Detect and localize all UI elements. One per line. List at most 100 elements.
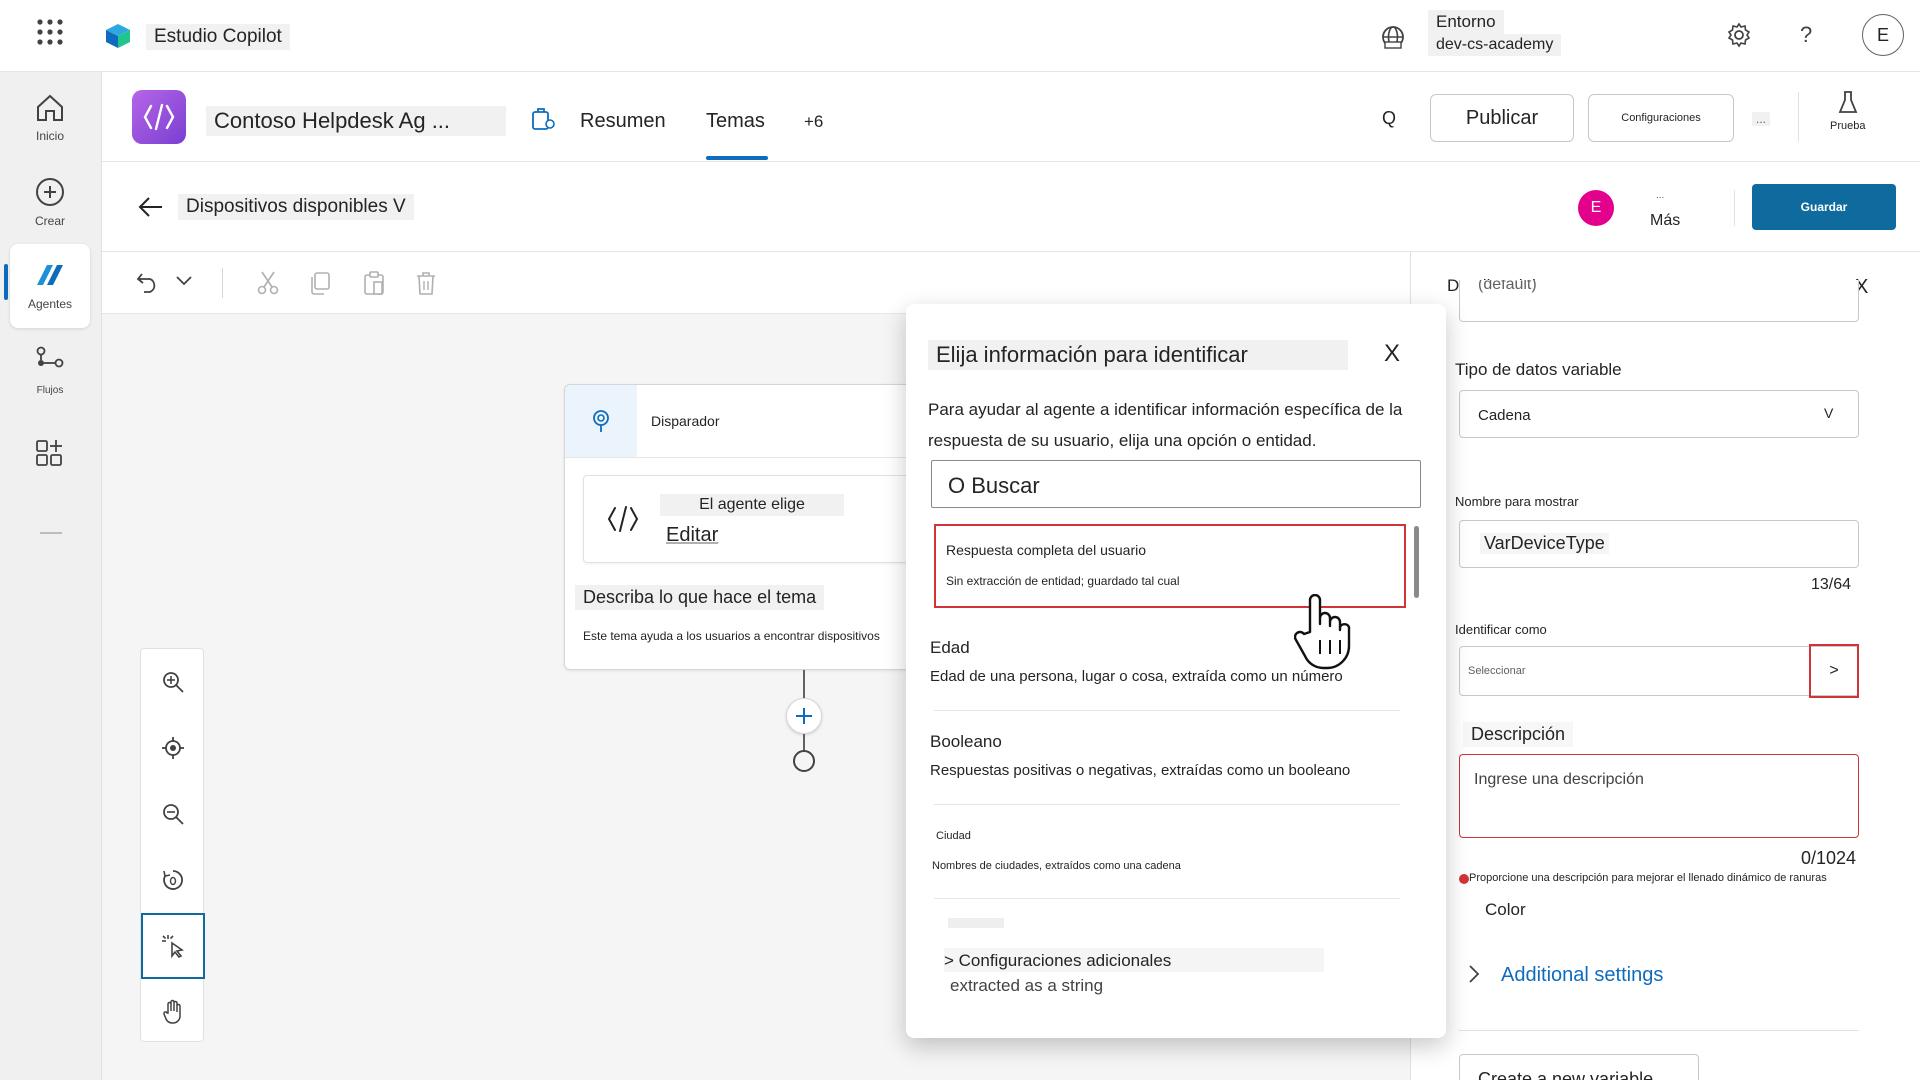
more-dots-icon[interactable]: ... (1656, 190, 1664, 201)
collaborator-avatar[interactable]: E (1578, 190, 1614, 226)
environment-icon[interactable] (1380, 24, 1406, 50)
identify-open-arrow-icon[interactable]: > (1809, 644, 1859, 698)
option-title: Booleano (930, 732, 1002, 751)
pan-hand-icon[interactable] (141, 979, 205, 1045)
option-desc: Nombres de ciudades, extraídos como una … (932, 860, 1181, 872)
delete-icon[interactable] (414, 270, 438, 296)
zoom-in-icon[interactable] (141, 649, 205, 715)
rail-item-flows[interactable]: Flujos (10, 328, 90, 412)
agent-chooses-card[interactable]: El agente elige Editar (583, 475, 927, 563)
header-divider (1798, 92, 1799, 142)
option-color-placeholder (948, 918, 1004, 928)
add-node-button[interactable] (786, 698, 822, 734)
select-mode-icon[interactable] (141, 913, 205, 979)
option-divider (934, 710, 1400, 711)
app-launcher-icon[interactable] (36, 18, 64, 46)
identify-placeholder: Seleccionar (1468, 665, 1526, 677)
datatype-label: Tipo de datos variable (1455, 360, 1622, 379)
trigger-icon (565, 385, 637, 457)
search-placeholder: O Buscar (948, 473, 1040, 498)
datatype-dropdown[interactable]: Cadena V (1459, 390, 1859, 438)
additional-settings-link[interactable]: Additional settings (1501, 964, 1663, 987)
description-label: Descripción (1463, 722, 1574, 747)
display-name-value: VarDeviceType (1480, 533, 1609, 554)
entity-search-input[interactable]: O Buscar (931, 460, 1421, 508)
overview-icon (530, 106, 556, 132)
test-button[interactable]: Prueba (1830, 90, 1865, 132)
cut-icon[interactable] (256, 270, 280, 296)
more-button[interactable]: Más (1650, 212, 1680, 230)
rail-active-indicator (4, 264, 8, 300)
agent-name[interactable]: Contoso Helpdesk Ag ... (206, 106, 506, 136)
option-city[interactable]: Ciudad Nombres de ciudades, extraídos co… (930, 830, 1400, 872)
identify-as-selector[interactable]: Seleccionar (1459, 646, 1859, 696)
topic-header: Dispositivos disponibles V E ... Más Gua… (102, 162, 1920, 252)
apps-add-icon (36, 440, 62, 466)
top-bar: Estudio Copilot Entorno dev-cs-academy ?… (0, 0, 1920, 72)
more-options-button[interactable]: ... (1752, 112, 1771, 126)
topic-divider (1734, 190, 1735, 226)
environment-name[interactable]: dev-cs-academy (1428, 34, 1562, 56)
dialog-intro: Para ayudar al agente a identificar info… (928, 400, 1403, 450)
zoom-out-icon[interactable] (141, 781, 205, 847)
tab-overview[interactable]: Resumen (580, 110, 666, 133)
display-name-input[interactable]: VarDeviceType (1459, 520, 1859, 568)
left-rail: Inicio Crear Agentes Flujos (0, 72, 102, 1080)
default-value-field[interactable]: (default) (1459, 280, 1859, 322)
option-desc: Sin extracción de entidad; guardado tal … (946, 574, 1180, 588)
end-node (793, 750, 815, 772)
undo-icon[interactable] (136, 270, 160, 294)
rail-more-indicator[interactable] (40, 532, 62, 534)
tab-more[interactable]: +6 (804, 112, 823, 132)
tab-topics[interactable]: Temas (706, 110, 765, 133)
create-variable-button[interactable]: Create a new variable (1459, 1054, 1699, 1080)
user-avatar[interactable]: E (1862, 14, 1904, 56)
copilot-studio-logo-icon (102, 22, 132, 50)
trigger-node[interactable]: Disparador El agente elige Editar Descri… (564, 384, 945, 670)
zoom-controls (140, 648, 205, 1045)
description-placeholder: Ingrese una descripción (1474, 771, 1644, 788)
recenter-icon[interactable] (141, 715, 205, 781)
copy-icon[interactable] (308, 270, 332, 296)
rail-item-library[interactable] (10, 412, 90, 496)
trigger-divider (565, 457, 945, 458)
undo-chevron-down-icon[interactable] (174, 274, 194, 288)
chevron-down-icon: V (1824, 405, 1834, 421)
dialog-close-icon[interactable]: X (1384, 340, 1400, 368)
rail-create-label: Crear (34, 214, 65, 228)
reset-zoom-icon[interactable] (141, 847, 205, 913)
dialog-scrollbar[interactable] (1414, 526, 1419, 598)
search-icon[interactable]: Q (1382, 108, 1396, 129)
error-icon (1459, 874, 1469, 884)
identify-entity-dialog: Elija información para identificar X Par… (906, 304, 1446, 1038)
identify-label: Identificar como (1455, 622, 1547, 637)
plus-icon (796, 708, 812, 724)
chevron-right-icon[interactable] (1467, 964, 1481, 984)
extra-settings-row[interactable]: > Configuraciones adicionales (944, 948, 1324, 972)
dialog-title: Elija información para identificar (928, 340, 1348, 370)
topic-description[interactable]: Este tema ayuda a los usuarios a encontr… (583, 629, 880, 643)
color-label: Color (1485, 900, 1526, 919)
agents-icon (37, 265, 63, 285)
toolbar-divider (222, 268, 223, 298)
publish-button[interactable]: Publicar (1430, 94, 1574, 142)
description-input[interactable]: Ingrese una descripción (1459, 754, 1859, 838)
help-icon[interactable]: ? (1800, 22, 1812, 48)
settings-gear-icon[interactable] (1726, 22, 1752, 48)
back-arrow-icon[interactable] (138, 196, 164, 218)
save-button[interactable]: Guardar (1752, 184, 1896, 230)
rail-item-home[interactable]: Inicio (10, 76, 90, 160)
topic-title[interactable]: Dispositivos disponibles V (178, 194, 414, 220)
edit-link[interactable]: Editar (666, 524, 718, 547)
rail-item-agents[interactable]: Agentes (10, 244, 90, 328)
agent-chooses-icon (606, 504, 640, 534)
option-title: Respuesta completa del usuario (946, 542, 1147, 558)
hand-cursor-icon (1294, 594, 1352, 672)
paste-icon[interactable] (362, 270, 386, 296)
rail-item-create[interactable]: Crear (10, 160, 90, 244)
environment-label: Entorno (1428, 10, 1504, 34)
agent-chooses-label: El agente elige (660, 494, 844, 516)
option-boolean[interactable]: Booleano Respuestas positivas o negativa… (930, 732, 1400, 779)
option-desc: Respuestas positivas o negativas, extraí… (930, 762, 1351, 779)
settings-button[interactable]: Configuraciones (1588, 94, 1734, 142)
